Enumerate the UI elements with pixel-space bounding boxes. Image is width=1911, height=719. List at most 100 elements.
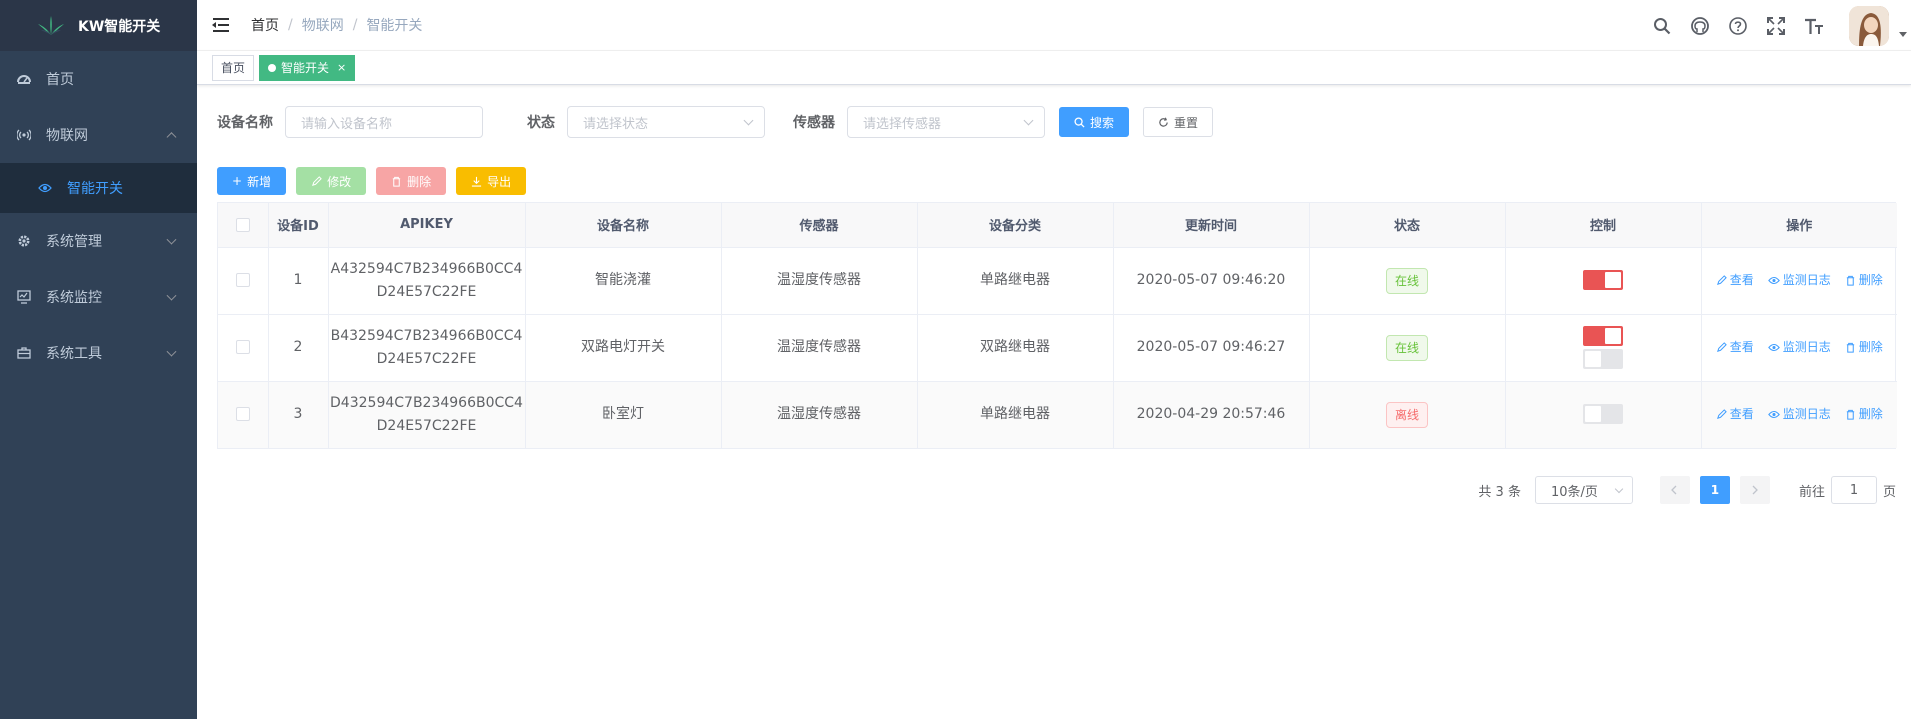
app-root: KW智能开关 首页 物联网 智能开关 系统管理 系统监控 系统工具 首页 / 物… — [0, 0, 1911, 719]
delete-link[interactable]: 删除 — [1845, 336, 1883, 359]
breadcrumb-separator: / — [352, 17, 358, 33]
table-row: 1 A432594C7B234966B0CC4 D24E57C22FE 智能浇灌 … — [218, 247, 1897, 315]
search-icon[interactable] — [1651, 15, 1673, 37]
plus-icon: + — [232, 174, 243, 188]
download-icon — [472, 176, 482, 187]
row-checkbox[interactable] — [235, 273, 250, 287]
relay-switch[interactable] — [1583, 349, 1623, 369]
tag-label: 智能开关 — [281, 60, 330, 75]
status-select[interactable]: 请选择状态 — [567, 106, 765, 138]
breadcrumb-home[interactable]: 首页 — [251, 15, 279, 35]
search-button-label: 搜索 — [1090, 115, 1115, 130]
logo[interactable]: KW智能开关 — [0, 0, 197, 51]
status-badge: 在线 — [1385, 267, 1428, 294]
edit-icon — [312, 175, 322, 186]
view-link[interactable]: 查看 — [1716, 403, 1754, 426]
row-select-cell — [218, 381, 269, 448]
sidebar-item-home[interactable]: 首页 — [0, 51, 197, 107]
chevron-up-icon — [166, 132, 177, 143]
delete-button-label: 删除 — [407, 174, 432, 189]
sidebar-item-label: 系统工具 — [46, 346, 102, 362]
prev-page-button[interactable] — [1659, 476, 1690, 504]
apikey-line: B432594C7B234966B0CC4 — [330, 327, 523, 344]
goto-page-input[interactable]: 1 — [1830, 476, 1877, 504]
sidebar-item-smart-switch[interactable]: 智能开关 — [0, 163, 197, 213]
device-name-cell: 卧室灯 — [525, 381, 722, 448]
sidebar-item-system-management[interactable]: 系统管理 — [0, 213, 197, 269]
page-number-button[interactable]: 1 — [1699, 476, 1730, 504]
select-all-checkbox[interactable] — [235, 217, 250, 232]
broadcast-icon — [16, 127, 32, 143]
tag-home[interactable]: 首页 — [212, 54, 255, 81]
close-icon[interactable]: × — [337, 56, 346, 80]
relay-switch[interactable] — [1583, 404, 1623, 425]
delete-link[interactable]: 删除 — [1845, 403, 1883, 426]
sidebar-item-system-tools[interactable]: 系统工具 — [0, 325, 197, 381]
logo-icon — [38, 15, 64, 35]
updated-time-cell: 2020-05-07 09:46:20 — [1113, 247, 1310, 315]
relay-switch[interactable] — [1583, 326, 1623, 346]
trash-icon — [1846, 342, 1854, 353]
monitor-log-link[interactable]: 监测日志 — [1767, 336, 1831, 359]
question-icon[interactable] — [1727, 15, 1749, 37]
tag-smart-switch[interactable]: 智能开关 × — [259, 54, 356, 81]
device-name-cell: 双路电灯开关 — [525, 314, 722, 382]
control-cell — [1505, 381, 1702, 448]
tag-label: 首页 — [221, 60, 246, 75]
monitor-log-link[interactable]: 监测日志 — [1767, 403, 1831, 426]
chevron-left-icon — [1671, 485, 1677, 495]
apikey-line: D24E57C22FE — [376, 350, 477, 367]
status-cell: 在线 — [1309, 247, 1506, 315]
page-size-select[interactable]: 10条/页 — [1534, 476, 1633, 504]
device-name-input[interactable]: 请输入设备名称 — [285, 106, 483, 138]
column-header: 状态 — [1309, 203, 1506, 248]
sensor-select[interactable]: 请选择传感器 — [847, 106, 1045, 138]
device-name-cell: 智能浇灌 — [525, 247, 722, 315]
view-link[interactable]: 查看 — [1716, 336, 1754, 359]
sensor-placeholder: 请选择传感器 — [863, 116, 942, 132]
monitor-log-link[interactable]: 监测日志 — [1767, 269, 1831, 292]
add-button[interactable]: + 新增 — [217, 167, 287, 195]
apikey-line: D24E57C22FE — [376, 417, 477, 434]
status-placeholder: 请选择状态 — [583, 116, 649, 132]
hamburger-icon[interactable] — [212, 17, 233, 33]
row-checkbox[interactable] — [235, 340, 250, 354]
view-link[interactable]: 查看 — [1716, 269, 1754, 292]
sidebar-item-iot[interactable]: 物联网 — [0, 107, 197, 163]
reset-button[interactable]: 重置 — [1143, 107, 1214, 137]
sidebar-item-label: 系统监控 — [46, 290, 102, 306]
font-size-icon[interactable] — [1803, 15, 1825, 37]
row-checkbox[interactable] — [235, 407, 250, 422]
column-header: 控制 — [1505, 203, 1702, 248]
category-cell: 单路继电器 — [917, 381, 1114, 448]
eye-icon — [1767, 276, 1780, 285]
fullscreen-icon[interactable] — [1765, 15, 1787, 37]
main-area: 首页 / 物联网 / 智能开关 首页 智能开关 × 设备名称 请输入设备名称 状… — [197, 0, 1911, 719]
device-name-label: 设备名称 — [217, 115, 273, 131]
avatar[interactable] — [1849, 5, 1889, 46]
caret-down-icon[interactable] — [1899, 32, 1907, 37]
sensor-cell: 温湿度传感器 — [721, 314, 918, 382]
sidebar-item-label: 系统管理 — [46, 234, 102, 250]
delete-link[interactable]: 删除 — [1845, 269, 1883, 292]
sidebar-item-system-monitor[interactable]: 系统监控 — [0, 269, 197, 325]
page-size-value: 10条/页 — [1550, 484, 1598, 500]
sidebar-item-label: 首页 — [46, 72, 74, 88]
chevron-down-icon — [743, 115, 754, 126]
column-header: 更新时间 — [1113, 203, 1310, 248]
export-button[interactable]: 导出 — [456, 167, 527, 195]
trash-icon — [1846, 410, 1854, 420]
github-icon[interactable] — [1689, 15, 1711, 37]
apikey-cell: D432594C7B234966B0CC4 D24E57C22FE — [328, 381, 526, 448]
table-row: 2 B432594C7B234966B0CC4 D24E57C22FE 双路电灯开… — [218, 314, 1897, 382]
dot-icon — [268, 63, 277, 72]
goto-prefix: 前往 — [1798, 484, 1825, 500]
page-jumper: 前往 1 页 — [1799, 476, 1896, 504]
delete-button[interactable]: 删除 — [376, 167, 447, 195]
relay-switch[interactable] — [1583, 270, 1623, 290]
edit-button[interactable]: 修改 — [296, 167, 367, 195]
breadcrumb-iot[interactable]: 物联网 — [302, 15, 344, 35]
search-button[interactable]: 搜索 — [1059, 107, 1130, 137]
next-page-button[interactable] — [1739, 476, 1770, 504]
navbar: 首页 / 物联网 / 智能开关 — [197, 0, 1911, 51]
